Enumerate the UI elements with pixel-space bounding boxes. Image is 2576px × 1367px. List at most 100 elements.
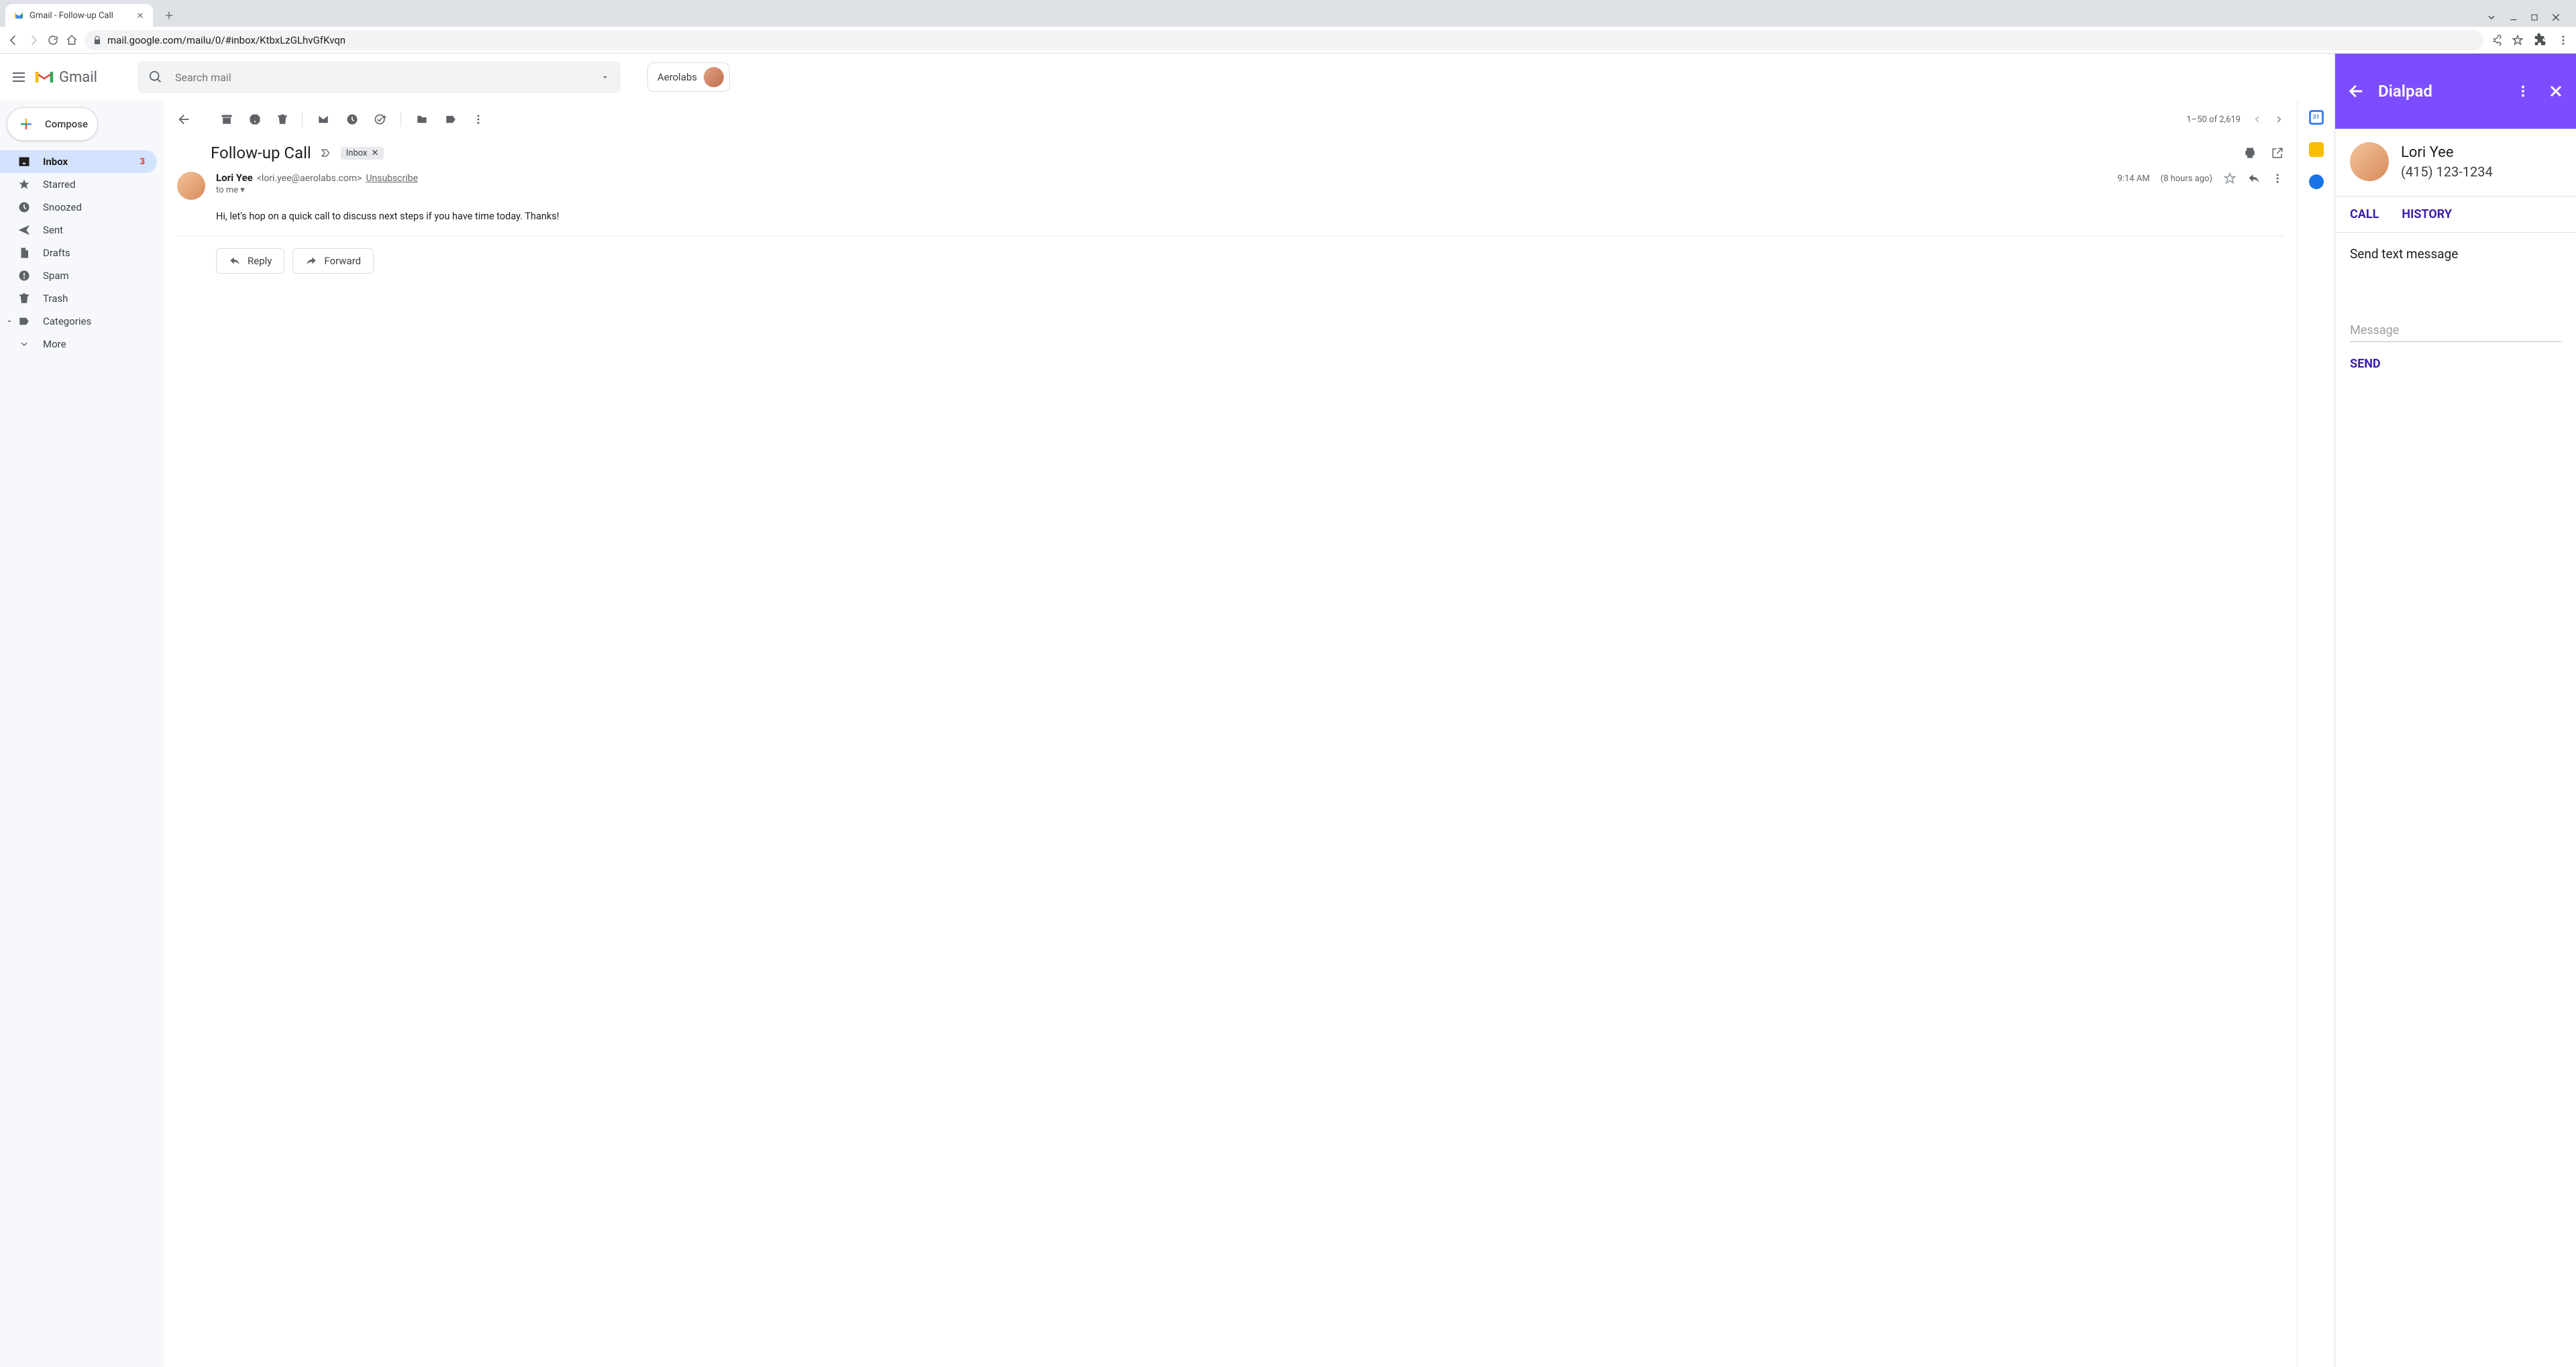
dialpad-message-input[interactable]	[2350, 319, 2561, 342]
compose-plus-icon	[17, 115, 36, 133]
message-age: (8 hours ago)	[2161, 174, 2212, 184]
dialpad-contact-avatar	[2350, 142, 2389, 181]
compose-button[interactable]: Compose	[7, 107, 98, 141]
gmail-logo-icon	[34, 68, 55, 86]
separator	[302, 112, 303, 127]
dialpad-more-icon[interactable]	[2516, 84, 2530, 99]
nav-back-icon[interactable]	[7, 34, 20, 47]
window-close-icon[interactable]	[2551, 12, 2561, 23]
sidebar-item-drafts[interactable]: Drafts	[0, 241, 157, 264]
subject-inbox-label[interactable]: Inbox✕	[341, 147, 384, 160]
snooze-icon[interactable]	[345, 113, 359, 126]
important-marker-icon[interactable]	[319, 148, 333, 158]
mark-unread-icon[interactable]	[316, 113, 331, 125]
reply-icon[interactable]	[2247, 172, 2261, 184]
tab-close-icon[interactable]	[136, 11, 145, 20]
dialpad-title: Dialpad	[2378, 82, 2432, 101]
dialpad-tab-call[interactable]: CALL	[2350, 207, 2379, 221]
account-avatar	[704, 67, 724, 87]
categories-caret-icon[interactable]	[3, 310, 16, 333]
star-message-icon[interactable]	[2223, 172, 2237, 185]
search-icon[interactable]	[148, 70, 163, 85]
sidebar-item-sent[interactable]: Sent	[0, 219, 157, 241]
forward-label: Forward	[324, 255, 361, 267]
contacts-app-icon[interactable]	[2309, 174, 2324, 189]
message: Lori Yee <lori.yee@aerolabs.com> Unsubsc…	[164, 165, 2297, 274]
add-to-tasks-icon[interactable]	[374, 113, 387, 126]
label-icon	[17, 315, 31, 327]
more-actions-icon[interactable]	[472, 113, 484, 125]
dialpad-tabs: CALL HISTORY	[2335, 197, 2576, 233]
dialpad-contact-name: Lori Yee	[2401, 144, 2493, 161]
forward-button[interactable]: Forward	[292, 248, 374, 274]
dialpad-tab-history[interactable]: HISTORY	[2402, 207, 2452, 221]
gmail-logo[interactable]: Gmail	[34, 68, 97, 86]
sidebar-item-trash[interactable]: Trash	[0, 287, 157, 310]
nav-forward-icon	[27, 34, 40, 47]
browser-tab[interactable]: Gmail - Follow-up Call	[5, 4, 153, 27]
reply-label: Reply	[248, 255, 272, 267]
address-bar[interactable]: mail.google.com/mailu/0/#inbox/KtbxLzGLh…	[85, 30, 2483, 50]
share-icon[interactable]	[2490, 34, 2502, 46]
window-maximize-icon[interactable]	[2530, 13, 2538, 21]
lock-icon	[93, 36, 102, 45]
unsubscribe-link[interactable]: Unsubscribe	[366, 173, 418, 184]
sidebar-item-snoozed[interactable]: Snoozed	[0, 196, 157, 219]
calendar-app-icon[interactable]	[2309, 110, 2324, 125]
search-bar[interactable]	[138, 61, 621, 93]
pagination-text: 1–50 of 2,619	[2186, 115, 2241, 125]
sender-avatar[interactable]	[177, 172, 205, 200]
tabs-dropdown-icon[interactable]	[2486, 12, 2497, 23]
extensions-icon[interactable]	[2533, 33, 2548, 48]
labels-icon[interactable]	[444, 113, 458, 125]
message-body: Hi, let's hop on a quick call to discuss…	[177, 200, 2284, 236]
chevron-down-icon	[17, 339, 31, 349]
reply-button[interactable]: Reply	[216, 248, 284, 274]
sender-email: <lori.yee@aerolabs.com>	[257, 173, 362, 184]
page-next-icon[interactable]	[2274, 115, 2284, 124]
dialpad-contact-phone: (415) 123-1234	[2401, 164, 2493, 180]
sidebar-label: Sent	[43, 224, 63, 236]
account-switcher[interactable]: Aerolabs	[647, 62, 730, 92]
nav-home-icon[interactable]	[66, 34, 78, 46]
new-tab-button[interactable]	[160, 6, 178, 25]
sidebar-label: Spam	[43, 270, 69, 282]
label-remove-icon[interactable]: ✕	[372, 148, 379, 158]
archive-icon[interactable]	[220, 113, 233, 126]
bookmark-icon[interactable]	[2512, 34, 2524, 46]
nav-reload-icon[interactable]	[47, 34, 59, 46]
browser-menu-icon[interactable]	[2557, 34, 2569, 46]
browser-toolbar: mail.google.com/mailu/0/#inbox/KtbxLzGLh…	[0, 27, 2576, 54]
separator	[400, 112, 401, 127]
page-prev-icon[interactable]	[2253, 115, 2262, 124]
dialpad-back-icon[interactable]	[2347, 82, 2366, 101]
dialpad-close-icon[interactable]	[2548, 83, 2564, 99]
sidebar-label: Drafts	[43, 247, 70, 259]
message-more-icon[interactable]	[2271, 172, 2284, 184]
print-icon[interactable]	[2243, 146, 2257, 160]
reply-arrow-icon	[229, 256, 241, 266]
open-in-new-icon[interactable]	[2271, 147, 2284, 159]
report-spam-icon[interactable]	[248, 113, 262, 126]
browser-tabstrip: Gmail - Follow-up Call	[0, 0, 2576, 27]
sidebar-item-starred[interactable]: Starred	[0, 173, 157, 196]
address-bar-url: mail.google.com/mailu/0/#inbox/KtbxLzGLh…	[107, 34, 345, 46]
search-options-icon[interactable]	[600, 72, 610, 82]
sidebar-item-spam[interactable]: Spam	[0, 264, 157, 287]
dialpad-send-button[interactable]: SEND	[2335, 342, 2576, 386]
sidebar-item-categories[interactable]: Categories	[0, 310, 157, 333]
star-icon	[17, 178, 31, 191]
recipients-dropdown-icon[interactable]: ▾	[240, 185, 245, 195]
move-to-icon[interactable]	[415, 113, 429, 125]
message-time: 9:14 AM	[2118, 174, 2150, 184]
search-input[interactable]	[174, 70, 590, 85]
sidebar-item-more[interactable]: More	[0, 333, 157, 356]
sidebar-item-inbox[interactable]: Inbox 3	[0, 150, 157, 173]
to-line[interactable]: to me ▾	[216, 185, 418, 195]
delete-icon[interactable]	[276, 113, 288, 126]
sidebar-label: Snoozed	[43, 201, 82, 213]
keep-app-icon[interactable]	[2309, 142, 2324, 157]
back-to-inbox-icon[interactable]	[177, 112, 192, 127]
window-minimize-icon[interactable]	[2509, 13, 2518, 22]
main-menu-icon[interactable]	[11, 69, 27, 85]
